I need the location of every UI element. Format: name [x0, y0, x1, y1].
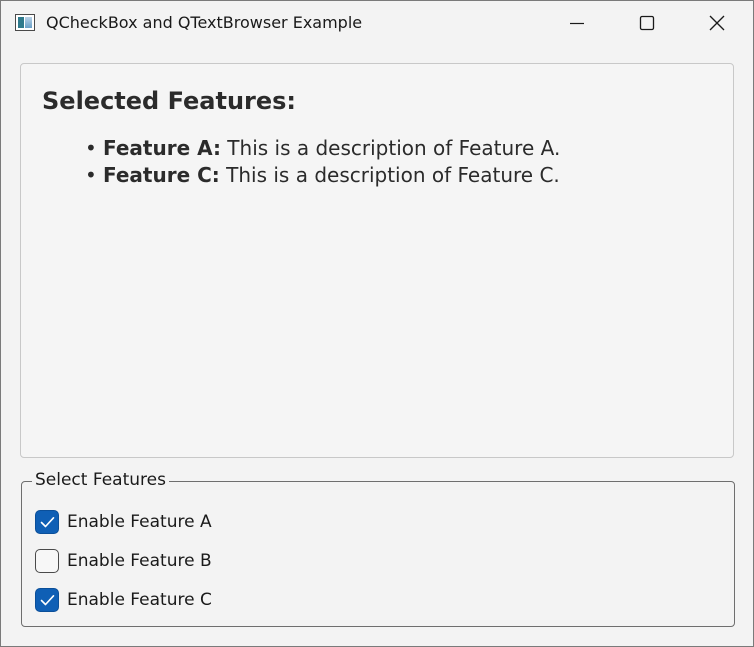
feature-name: Feature C:	[103, 163, 220, 187]
close-button[interactable]	[682, 1, 752, 46]
app-window-icon	[15, 14, 35, 31]
selected-features-heading: Selected Features:	[42, 87, 297, 115]
text-browser[interactable]: Selected Features: • Feature A: This is …	[20, 63, 734, 458]
maximize-icon	[639, 15, 655, 31]
bullet: •	[85, 163, 97, 187]
checkbox-box[interactable]	[35, 510, 59, 534]
select-features-group: Select Features Enable Feature A Enable …	[21, 470, 735, 627]
selected-features-list: • Feature A: This is a description of Fe…	[85, 135, 560, 189]
list-item: • Feature A: This is a description of Fe…	[85, 135, 560, 162]
list-item: • Feature C: This is a description of Fe…	[85, 162, 560, 189]
close-icon	[709, 15, 725, 31]
feature-description: This is a description of Feature C.	[219, 163, 560, 187]
checkmark-icon	[40, 516, 55, 528]
maximize-button[interactable]	[612, 1, 682, 46]
checkbox-label[interactable]: Enable Feature C	[67, 588, 212, 612]
checkbox-label[interactable]: Enable Feature B	[67, 549, 212, 573]
window-title: QCheckBox and QTextBrowser Example	[46, 13, 363, 32]
feature-description: This is a description of Feature A.	[220, 136, 561, 160]
checkbox-box[interactable]	[35, 549, 59, 573]
checkbox-box[interactable]	[35, 588, 59, 612]
checkmark-icon	[40, 594, 55, 606]
main-window: QCheckBox and QTextBrowser Example Selec…	[0, 0, 754, 647]
feature-name: Feature A:	[103, 136, 221, 160]
minimize-button[interactable]	[542, 1, 612, 46]
minimize-icon	[570, 22, 584, 25]
checkbox-label[interactable]: Enable Feature A	[67, 510, 212, 534]
bullet: •	[85, 136, 97, 160]
group-title: Select Features	[32, 470, 169, 490]
title-bar[interactable]: QCheckBox and QTextBrowser Example	[1, 1, 753, 46]
